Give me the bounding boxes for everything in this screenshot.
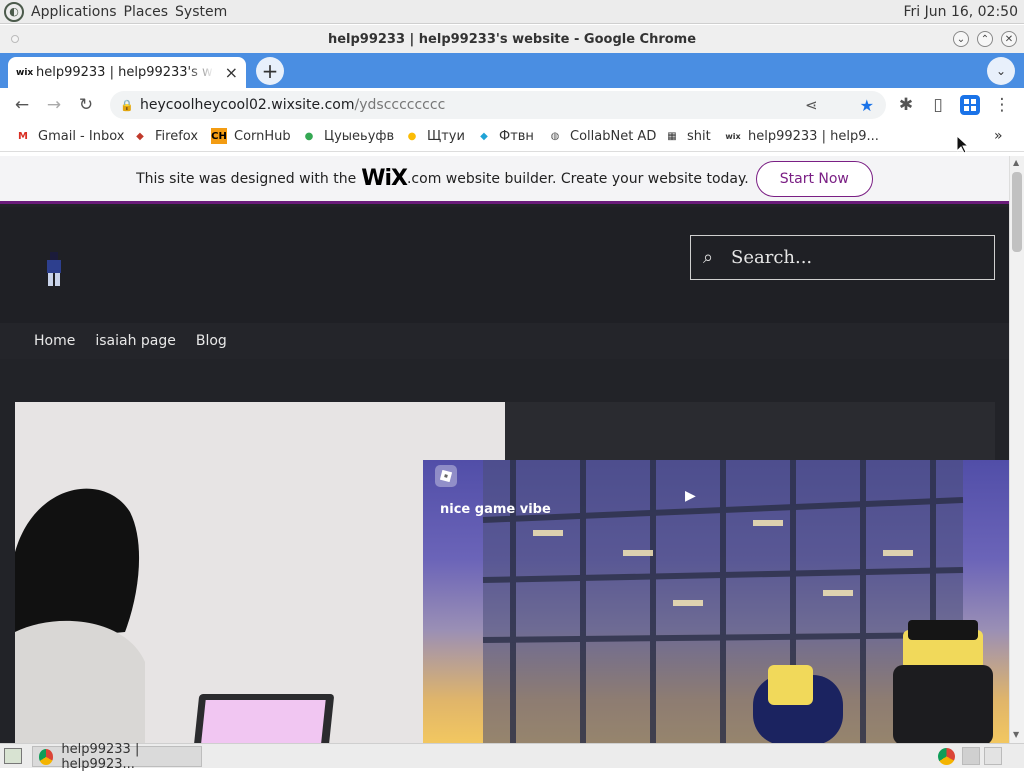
bookmark-cornhub[interactable]: CH CornHub (211, 128, 291, 144)
workspace-1-icon[interactable] (962, 747, 980, 765)
site-nav: Home isaiah page Blog (0, 323, 1009, 359)
search-placeholder: Search... (731, 247, 813, 268)
menu-system[interactable]: System (175, 4, 227, 20)
firefox-icon: ◆ (136, 130, 144, 142)
minimize-icon[interactable]: ⌄ (953, 31, 969, 47)
video-caption: nice game vibe (440, 502, 551, 517)
scroll-up-icon[interactable]: ▲ (1013, 158, 1019, 167)
taskbar-task-label: help99233 | help9923... (61, 741, 140, 772)
menu-applications[interactable]: Applications (31, 4, 117, 20)
url-path: /ydscccccccc (354, 97, 446, 113)
bookmark-firefox[interactable]: ◆ Firefox (132, 128, 198, 144)
bookmark-label: help99233 | help9... (748, 128, 879, 144)
workspace-2-icon[interactable] (984, 747, 1002, 765)
scrollbar-thumb[interactable] (1012, 172, 1022, 252)
bookmark-shit[interactable]: ▦ shit (664, 128, 711, 144)
diamond-icon: ◆ (480, 130, 488, 142)
panel-clock[interactable]: Fri Jun 16, 02:50 (903, 4, 1018, 20)
forward-icon[interactable]: → (42, 93, 66, 117)
taskbar-chrome-window[interactable]: help99233 | help9923... (32, 742, 202, 772)
mouse-cursor-icon (956, 134, 970, 154)
bookmarks-overflow-icon[interactable]: » (994, 128, 1003, 144)
profile-icon[interactable] (958, 93, 982, 117)
new-tab-button[interactable]: + (256, 57, 284, 85)
video-embed[interactable]: nice game vibe ▶ (423, 460, 1009, 743)
wix-favicon-icon: wix (16, 67, 34, 78)
bookmark-maps-2[interactable]: ● Щтуи (404, 128, 465, 144)
bookmark-ftvn[interactable]: ◆ Фтвн (476, 128, 534, 144)
bookmark-gmail[interactable]: M Gmail - Inbox (15, 128, 124, 144)
tab-title: help99233 | help99233's website (36, 65, 214, 80)
url-host: heycoolheycool02.wixsite.com (140, 97, 355, 113)
globe-icon: ◍ (550, 130, 560, 142)
wix-logo: WiX (361, 166, 408, 191)
bookmark-wix[interactable]: wix help99233 | help9... (725, 128, 879, 144)
scroll-down-icon[interactable]: ▼ (1013, 730, 1019, 739)
reload-icon[interactable]: ↻ (74, 93, 98, 117)
browser-toolbar: ← → ↻ 🔒 heycoolheycool02.wixsite.com /yd… (0, 88, 1024, 122)
tray-chrome-icon[interactable] (938, 748, 955, 765)
window-titlebar: help99233 | help99233's website - Google… (0, 25, 1024, 53)
ch-icon: CH (211, 128, 227, 144)
bookmark-label: Щтуи (427, 128, 465, 144)
bookmark-label: Цуыеьуфв (324, 128, 395, 144)
bookmark-label: Firefox (155, 128, 199, 144)
menu-places[interactable]: Places (124, 4, 169, 20)
bookmark-label: shit (687, 128, 711, 144)
window-title: help99233 | help99233's website - Google… (327, 31, 697, 47)
maximize-icon[interactable]: ⌃ (977, 31, 993, 47)
bookmark-collabnet[interactable]: ◍ CollabNet AD (547, 128, 657, 144)
vertical-scrollbar[interactable]: ▲ ▼ (1009, 156, 1024, 743)
maps-pin-icon: ● (304, 130, 314, 142)
bookmark-label: Фтвн (499, 128, 534, 144)
site-logo-avatar[interactable] (44, 252, 64, 288)
tab-close-icon[interactable]: × (225, 63, 238, 82)
gmail-icon: M (18, 130, 28, 142)
roblox-icon (435, 465, 457, 487)
nav-blog[interactable]: Blog (196, 333, 227, 349)
show-desktop-icon[interactable] (4, 748, 22, 764)
wix-icon: wix (725, 131, 741, 141)
tab-strip: wix help99233 | help99233's website × (0, 53, 1024, 88)
tab-search-button[interactable]: ⌄ (987, 57, 1015, 85)
bookmark-star-icon[interactable]: ★ (860, 96, 874, 115)
bottom-taskbar: help99233 | help9923... (0, 742, 1024, 772)
bookmark-maps-1[interactable]: ● Цуыеьуфв (301, 128, 395, 144)
close-window-icon[interactable]: ✕ (1001, 31, 1017, 47)
wix-banner: This site was designed with the WiX .com… (0, 156, 1009, 204)
side-panel-icon[interactable]: ▯ (926, 93, 950, 117)
wix-banner-prefix: This site was designed with the (136, 170, 357, 187)
bookmark-label: CollabNet AD (570, 128, 657, 144)
tab-active[interactable]: wix help99233 | help99233's website × (8, 57, 246, 88)
bookmark-label: CornHub (234, 128, 291, 144)
site-header: ⌕ Search... (0, 207, 1009, 323)
extensions-icon[interactable]: ✱ (894, 93, 918, 117)
wix-banner-suffix: .com website builder. Create your websit… (406, 170, 749, 187)
maps-pin-icon: ● (407, 130, 417, 142)
gnome-menu-icon[interactable]: ◐ (4, 1, 24, 22)
chrome-icon (39, 748, 54, 765)
nav-isaiah-page[interactable]: isaiah page (95, 333, 176, 349)
top-panel: ◐ Applications Places System Fri Jun 16,… (0, 0, 1024, 24)
back-icon[interactable]: ← (10, 93, 34, 117)
chrome-menu-icon[interactable]: ⋮ (990, 93, 1014, 117)
nav-home[interactable]: Home (34, 333, 75, 349)
bookmarks-bar: M Gmail - Inbox ◆ Firefox CH CornHub ● Ц… (0, 122, 1024, 152)
lock-icon[interactable]: 🔒 (120, 99, 140, 112)
start-now-button[interactable]: Start Now (755, 160, 873, 197)
play-icon[interactable]: ▶ (685, 488, 696, 504)
window-menu-dot-icon[interactable] (11, 35, 19, 43)
bookmark-label: Gmail - Inbox (38, 128, 125, 144)
page-viewport: This site was designed with the WiX .com… (0, 156, 1009, 743)
hfs-icon: ▦ (667, 130, 677, 142)
site-search-input[interactable]: ⌕ Search... (690, 235, 995, 280)
share-icon[interactable]: ⋖ (805, 96, 818, 114)
search-icon: ⌕ (703, 247, 714, 268)
address-bar[interactable]: 🔒 heycoolheycool02.wixsite.com /ydsccccc… (110, 91, 886, 119)
